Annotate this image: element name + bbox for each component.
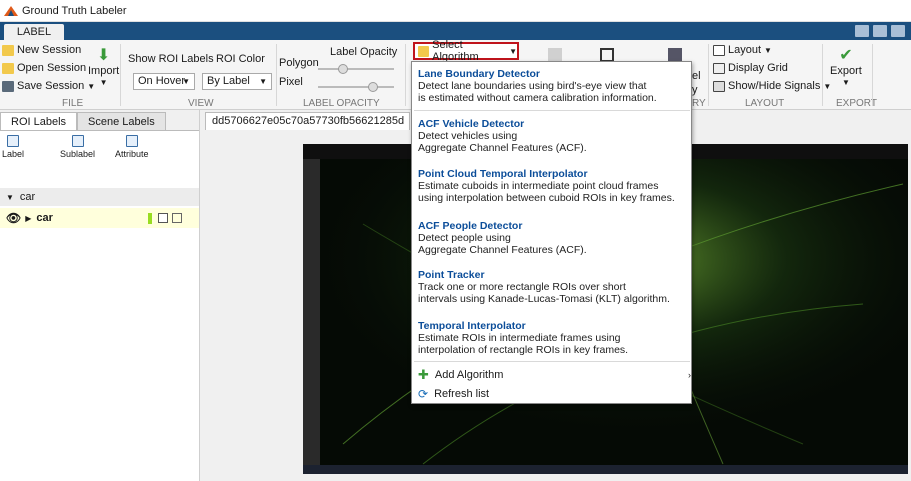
menu-item-lane-boundary-detector[interactable]: Lane Boundary Detector Detect lane bound… bbox=[418, 68, 657, 104]
pixel-opacity-slider[interactable] bbox=[318, 82, 394, 92]
window-controls bbox=[855, 25, 905, 37]
tab-label[interactable]: LABEL bbox=[4, 24, 64, 40]
label-tool-button[interactable]: Label bbox=[2, 135, 24, 159]
remote-desktop-dock bbox=[303, 159, 320, 465]
checkmark-icon: ✔ bbox=[839, 47, 853, 64]
save-icon bbox=[2, 80, 14, 92]
select-algorithm-menu: Lane Boundary Detector Detect lane bound… bbox=[411, 61, 692, 404]
layout-group-label: LAYOUT bbox=[745, 98, 785, 109]
partial-text: el bbox=[692, 70, 701, 82]
grid-icon bbox=[713, 62, 725, 74]
remote-desktop-taskbar bbox=[303, 465, 908, 474]
chevron-right-icon: › bbox=[688, 370, 691, 380]
slider-knob[interactable] bbox=[368, 82, 378, 92]
menu-item-acf-vehicle-detector[interactable]: ACF Vehicle Detector Detect vehicles usi… bbox=[418, 118, 587, 154]
label-color-swatch bbox=[148, 213, 152, 224]
dock-icon[interactable] bbox=[891, 25, 905, 37]
view-label-icon[interactable] bbox=[668, 48, 682, 62]
menu-divider bbox=[414, 110, 690, 111]
roi-labels-body: Label Sublabel Attribute ▼ car 👁 ▶ car bbox=[0, 130, 199, 481]
menu-item-point-cloud-temporal-interpolator[interactable]: Point Cloud Temporal Interpolator Estima… bbox=[418, 168, 675, 204]
label-checkbox[interactable] bbox=[158, 213, 168, 223]
roi-labels-panel: ROI Labels Scene Labels Label Sublabel A… bbox=[0, 110, 200, 481]
show-roi-dropdown[interactable]: On Hover ▼ bbox=[133, 73, 195, 90]
ribbon-separator bbox=[120, 44, 121, 106]
save-icon[interactable] bbox=[855, 25, 869, 37]
help-icon[interactable] bbox=[873, 25, 887, 37]
new-session-icon bbox=[2, 44, 14, 56]
menu-item-acf-people-detector[interactable]: ACF People Detector Detect people using … bbox=[418, 220, 587, 256]
document-tab[interactable]: dd5706627e05c70a57730fb56621285d bbox=[205, 112, 410, 130]
ribbon-separator bbox=[822, 44, 823, 106]
label-row[interactable]: 👁 ▶ car bbox=[0, 208, 199, 228]
menu-divider bbox=[414, 361, 690, 362]
signals-icon bbox=[713, 80, 725, 92]
eye-icon[interactable]: 👁 bbox=[6, 211, 21, 225]
roi-color-label: ROI Color bbox=[216, 53, 265, 65]
file-group-label: FILE bbox=[62, 98, 84, 109]
ribbon-separator bbox=[708, 44, 709, 106]
slider-knob[interactable] bbox=[338, 64, 348, 74]
roi-color-dropdown[interactable]: By Label ▼ bbox=[202, 73, 272, 90]
export-button[interactable]: ✔ Export ▼ bbox=[830, 47, 862, 88]
ribbon-tabstrip: LABEL bbox=[0, 22, 911, 40]
display-grid-button[interactable]: Display Grid bbox=[713, 62, 788, 74]
folder-icon bbox=[418, 45, 430, 57]
show-roi-labels-label: Show ROI Labels bbox=[128, 53, 214, 65]
import-button[interactable]: ⬇ Import ▼ bbox=[88, 47, 119, 88]
menu-item-temporal-interpolator[interactable]: Temporal Interpolator Estimate ROIs in i… bbox=[418, 320, 628, 356]
label-opacity-group-label: LABEL OPACITY bbox=[303, 98, 380, 109]
layout-icon bbox=[713, 44, 725, 56]
import-arrow-icon: ⬇ bbox=[96, 47, 111, 64]
show-hide-signals-button[interactable]: Show/Hide Signals ▼ bbox=[713, 80, 831, 92]
partial-text: y bbox=[692, 84, 698, 96]
title-bar: Ground Truth Labeler bbox=[0, 0, 911, 22]
chevron-right-icon[interactable]: ▶ bbox=[25, 214, 31, 223]
refresh-list-item[interactable]: ⟳ Refresh list bbox=[418, 387, 489, 401]
new-session-button[interactable]: New Session bbox=[2, 44, 81, 56]
open-icon[interactable] bbox=[600, 48, 614, 62]
tab-roi-labels[interactable]: ROI Labels bbox=[0, 112, 78, 130]
export-group-label: EXPORT bbox=[836, 98, 877, 109]
view-group-label: VIEW bbox=[188, 98, 214, 109]
polygon-label: Polygon bbox=[279, 57, 319, 69]
refresh-icon: ⟳ bbox=[418, 387, 429, 401]
pixel-label: Pixel bbox=[279, 76, 303, 88]
attribute-icon bbox=[125, 135, 138, 147]
label-icon bbox=[7, 135, 20, 147]
folder-icon bbox=[2, 62, 14, 74]
matlab-logo-icon bbox=[4, 5, 18, 16]
add-plus-icon: ✚ bbox=[418, 367, 429, 382]
save-session-button[interactable]: Save Session ▼ bbox=[2, 80, 95, 92]
ribbon-separator bbox=[276, 44, 277, 106]
open-session-button[interactable]: Open Session bbox=[2, 62, 86, 74]
label-opacity-label: Label Opacity bbox=[330, 46, 398, 58]
tab-scene-labels[interactable]: Scene Labels bbox=[77, 112, 166, 130]
ribbon-separator bbox=[872, 44, 873, 106]
select-algorithm-button[interactable]: Select Algorithm ▼ bbox=[413, 39, 519, 63]
menu-item-point-tracker[interactable]: Point Tracker Track one or more rectangl… bbox=[418, 269, 670, 305]
partial-group-label: RY bbox=[692, 98, 706, 109]
category-row[interactable]: ▼ car bbox=[0, 188, 199, 206]
layout-button[interactable]: Layout ▼ bbox=[713, 44, 772, 56]
algorithm-settings-icon bbox=[548, 48, 562, 62]
settings-icon[interactable] bbox=[172, 213, 182, 223]
sublabel-icon bbox=[71, 135, 84, 147]
ribbon-separator bbox=[405, 44, 406, 106]
sublabel-tool-button[interactable]: Sublabel bbox=[60, 135, 95, 159]
window-title: Ground Truth Labeler bbox=[22, 4, 127, 17]
polygon-opacity-slider[interactable] bbox=[318, 64, 394, 74]
attribute-tool-button[interactable]: Attribute bbox=[115, 135, 149, 159]
add-algorithm-item[interactable]: ✚ Add Algorithm › bbox=[418, 367, 691, 383]
chevron-down-icon[interactable]: ▼ bbox=[6, 193, 14, 202]
left-panel-tabs: ROI Labels Scene Labels bbox=[0, 112, 166, 130]
